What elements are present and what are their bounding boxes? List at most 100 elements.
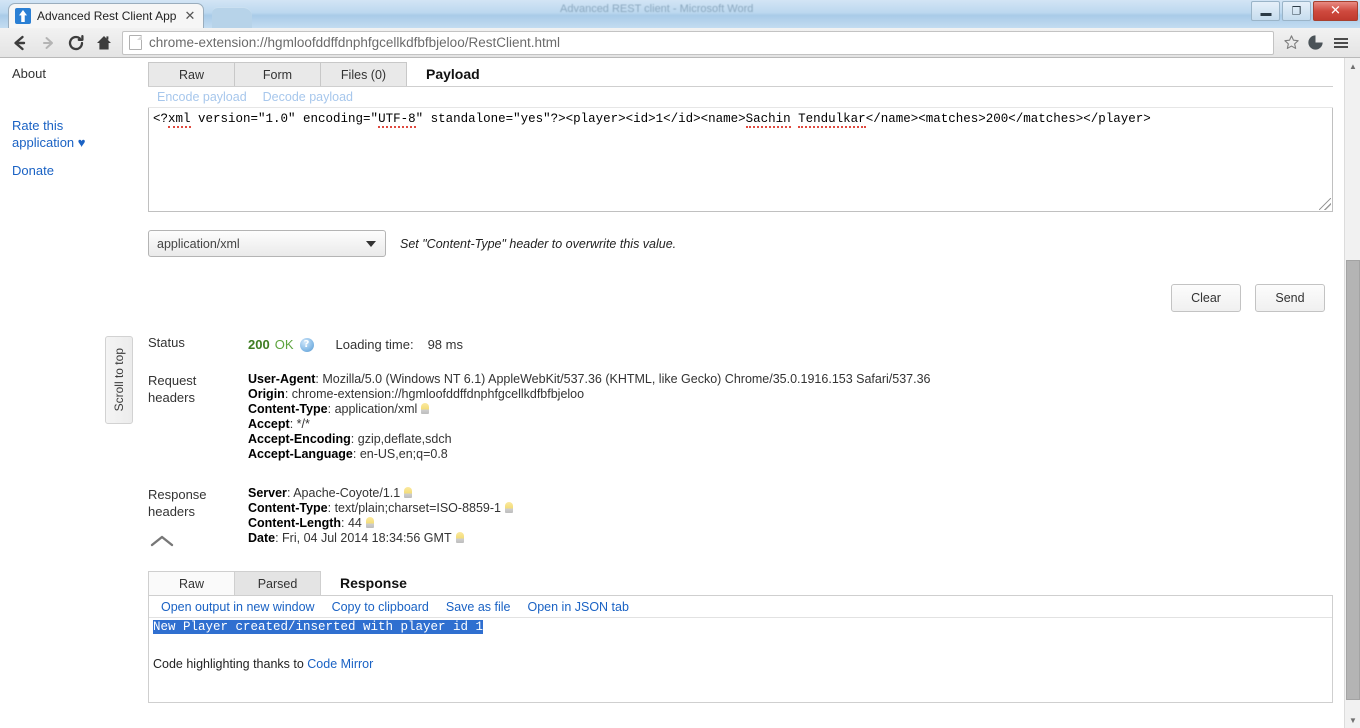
copy-to-clipboard-link[interactable]: Copy to clipboard [332,600,429,614]
header-row: Accept: */* [248,417,1333,432]
chrome-menu-button[interactable] [1328,31,1354,55]
content-type-select[interactable]: application/xml [148,230,386,257]
response-headers-label: Response headers [148,486,248,548]
window-titlebar: Advanced REST client - Microsoft Word Ad… [0,0,1360,28]
payload-encode-bar: Encode payload Decode payload [148,87,1333,108]
page-icon [129,35,142,50]
scrollbar-thumb[interactable] [1346,260,1360,700]
tab-raw[interactable]: Raw [148,62,235,86]
sidebar: About Rate this application ♥ Donate [0,58,148,179]
response-tab-raw[interactable]: Raw [148,571,235,595]
codemirror-credit: Code highlighting thanks to Code Mirror [149,635,1332,671]
response-tabs: Raw Parsed Response [148,570,1333,595]
response-output[interactable]: New Player created/inserted with player … [149,618,1332,635]
bulb-icon[interactable] [456,532,464,543]
response-section: Raw Parsed Response Open output in new w… [148,570,1333,703]
header-name: Content-Length [248,516,341,530]
results-section: Scroll to top Status 200 OK ? Loading ti… [148,334,1333,703]
chevron-up-icon[interactable] [148,534,176,548]
status-code: 200 [248,337,270,352]
scroll-to-top-label: Scroll to top [112,348,126,411]
arrow-right-icon [38,33,58,53]
header-value: chrome-extension://hgmloofddffdnphfgcell… [292,387,584,401]
sidebar-item-about[interactable]: About [0,58,148,81]
response-headers-list: Server: Apache-Coyote/1.1 Content-Type: … [248,486,1333,548]
reload-button[interactable] [62,30,90,56]
open-in-json-tab-link[interactable]: Open in JSON tab [527,600,628,614]
header-row: Date: Fri, 04 Jul 2014 18:34:56 GMT [248,531,1333,546]
sidebar-item-donate[interactable]: Donate [0,162,148,179]
sidebar-item-rate-this-application[interactable]: Rate this application ♥ [0,117,110,151]
minimize-button[interactable] [1251,1,1280,21]
sidebar-item-label: Rate this application [12,118,74,150]
content-type-hint: Set "Content-Type" header to overwrite t… [400,237,676,251]
help-icon[interactable]: ? [300,338,314,352]
response-tab-parsed[interactable]: Parsed [234,571,321,595]
open-output-in-new-window-link[interactable]: Open output in new window [161,600,315,614]
response-headers-label-line1: Response [148,486,248,503]
reload-icon [66,33,86,53]
send-button[interactable]: Send [1255,284,1325,312]
extension-icon-advanced-rest-client[interactable] [1302,31,1328,55]
request-headers-label-line2: headers [148,389,248,406]
bulb-icon[interactable] [421,403,429,414]
payload-textarea[interactable]: <?xml version="1.0" encoding="UTF-8" sta… [148,108,1333,212]
scroll-down-icon[interactable]: ▼ [1345,712,1360,728]
header-row: Server: Apache-Coyote/1.1 [248,486,1333,501]
status-line: 200 OK ? Loading time: 98 ms [248,334,1333,352]
decode-payload-link[interactable]: Decode payload [263,90,353,104]
restore-button[interactable]: ❐ [1282,1,1311,21]
request-headers-row: Request headers User-Agent: Mozilla/5.0 … [148,372,1333,462]
header-value: Apache-Coyote/1.1 [293,486,400,500]
response-panel: Open output in new window Copy to clipbo… [148,595,1333,703]
header-name: Content-Type [248,501,328,515]
response-heading: Response [320,571,421,595]
close-icon[interactable]: ✕ [183,9,197,23]
hamburger-menu-icon [1333,35,1349,51]
arc-extension-icon [1307,34,1324,51]
close-button[interactable]: ✕ [1313,1,1358,21]
home-button[interactable] [90,30,118,56]
tab-title: Advanced Rest Client App [37,9,183,23]
tab-form[interactable]: Form [234,62,321,86]
status-row: Status 200 OK ? Loading time: 98 ms [148,334,1333,352]
header-value: text/plain;charset=ISO-8859-1 [335,501,501,515]
payload-resize-handle[interactable] [1319,198,1331,210]
loading-time-value: 98 ms [428,337,463,352]
content-type-value: application/xml [157,237,240,251]
bulb-icon[interactable] [404,487,412,498]
request-actions: Clear Send [148,284,1333,312]
bulb-icon[interactable] [505,502,513,513]
new-tab-button[interactable] [212,7,252,28]
browser-tab-advanced-rest-client[interactable]: Advanced Rest Client App ✕ [8,3,204,28]
encode-payload-link[interactable]: Encode payload [157,90,247,104]
clear-button[interactable]: Clear [1171,284,1241,312]
request-headers-label: Request headers [148,372,248,462]
code-mirror-link[interactable]: Code Mirror [307,657,373,671]
header-name: Date [248,531,275,545]
main-column: Raw Form Files (0) Payload Encode payloa… [148,58,1333,703]
heart-icon: ♥ [78,135,86,150]
back-button[interactable] [6,30,34,56]
request-headers-label-line1: Request [148,372,248,389]
header-value: gzip,deflate,sdch [358,432,452,446]
tab-files[interactable]: Files (0) [320,62,407,86]
bulb-icon[interactable] [366,517,374,528]
request-tabs: Raw Form Files (0) Payload [148,61,1333,86]
response-actions: Open output in new window Copy to clipbo… [149,596,1332,618]
header-name: Accept-Language [248,447,353,461]
header-value: en-US,en;q=0.8 [360,447,448,461]
address-bar[interactable]: chrome-extension://hgmloofddffdnphfgcell… [122,31,1274,55]
page-scrollbar[interactable]: ▲ ▼ [1344,58,1360,728]
save-as-file-link[interactable]: Save as file [446,600,511,614]
chevron-down-icon [366,241,376,247]
address-bar-url[interactable]: chrome-extension://hgmloofddffdnphfgcell… [149,35,560,50]
background-window-title: Advanced REST client - Microsoft Word [560,3,753,15]
request-headers-list: User-Agent: Mozilla/5.0 (Windows NT 6.1)… [248,372,1333,462]
restore-icon: ❐ [1292,5,1302,18]
scroll-to-top-button[interactable]: Scroll to top [105,336,133,424]
forward-button[interactable] [34,30,62,56]
scroll-up-icon[interactable]: ▲ [1345,58,1360,74]
window-controls: ❐ ✕ [1251,1,1358,21]
bookmark-star-button[interactable] [1280,32,1302,54]
